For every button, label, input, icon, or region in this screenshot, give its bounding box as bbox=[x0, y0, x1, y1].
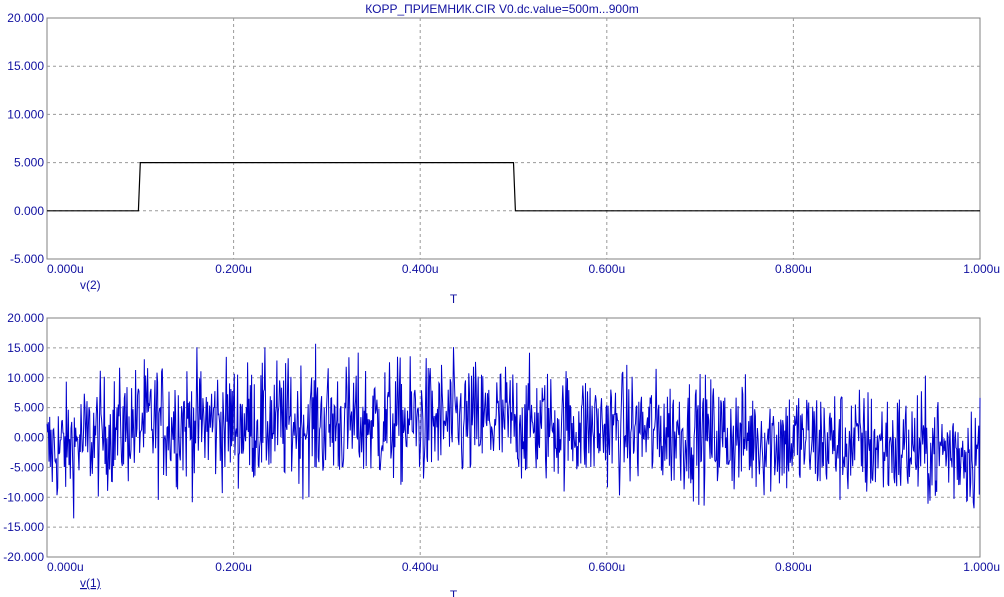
y-tick-label: -5.000 bbox=[10, 252, 44, 266]
y-tick-label: -20.000 bbox=[3, 550, 44, 564]
y-tick-label: -10.000 bbox=[3, 490, 44, 504]
x-tick-label: 0.600u bbox=[588, 560, 625, 574]
y-tick-label: 10.000 bbox=[7, 107, 44, 121]
y-tick-label: -15.000 bbox=[3, 520, 44, 534]
y-tick-label: 20.000 bbox=[7, 11, 44, 25]
x-tick-label: 0.800u bbox=[775, 560, 812, 574]
y-tick-label: 15.000 bbox=[7, 59, 44, 73]
x-axis-title: T bbox=[450, 588, 458, 597]
x-tick-label: 0.200u bbox=[215, 262, 252, 276]
chart-canvas: -5.000 0.000 5.000 10.000 15.000 20.000 0.000u… bbox=[3, 11, 1000, 597]
y-tick-label: 15.000 bbox=[7, 341, 44, 355]
x-tick-label: 0.600u bbox=[588, 262, 625, 276]
x-tick-label: 0.400u bbox=[402, 262, 439, 276]
series-label-v1: v(1) bbox=[80, 576, 101, 590]
plot-frame-1 bbox=[46, 17, 981, 260]
x-tick-label: 1.000u bbox=[963, 262, 1000, 276]
y-tick-label: 0.000 bbox=[14, 204, 44, 218]
y-tick-label: 5.000 bbox=[14, 156, 44, 170]
x-tick-label: 0.000u bbox=[47, 262, 84, 276]
y-tick-label: 0.000 bbox=[14, 431, 44, 445]
y-tick-label: 5.000 bbox=[14, 401, 44, 415]
y-tick-label: 20.000 bbox=[7, 311, 44, 325]
x-tick-label: 0.400u bbox=[402, 560, 439, 574]
x-tick-label: 0.200u bbox=[215, 560, 252, 574]
series-label-v2: v(2) bbox=[80, 278, 101, 292]
trace-v2 bbox=[47, 162, 980, 212]
y-tick-label: 10.000 bbox=[7, 371, 44, 385]
y-tick-label: -5.000 bbox=[10, 460, 44, 474]
x-tick-label: 1.000u bbox=[963, 560, 1000, 574]
x-tick-label: 0.000u bbox=[47, 560, 84, 574]
x-tick-label: 0.800u bbox=[775, 262, 812, 276]
x-axis-title: T bbox=[450, 292, 458, 306]
trace-v1 bbox=[46, 343, 981, 519]
